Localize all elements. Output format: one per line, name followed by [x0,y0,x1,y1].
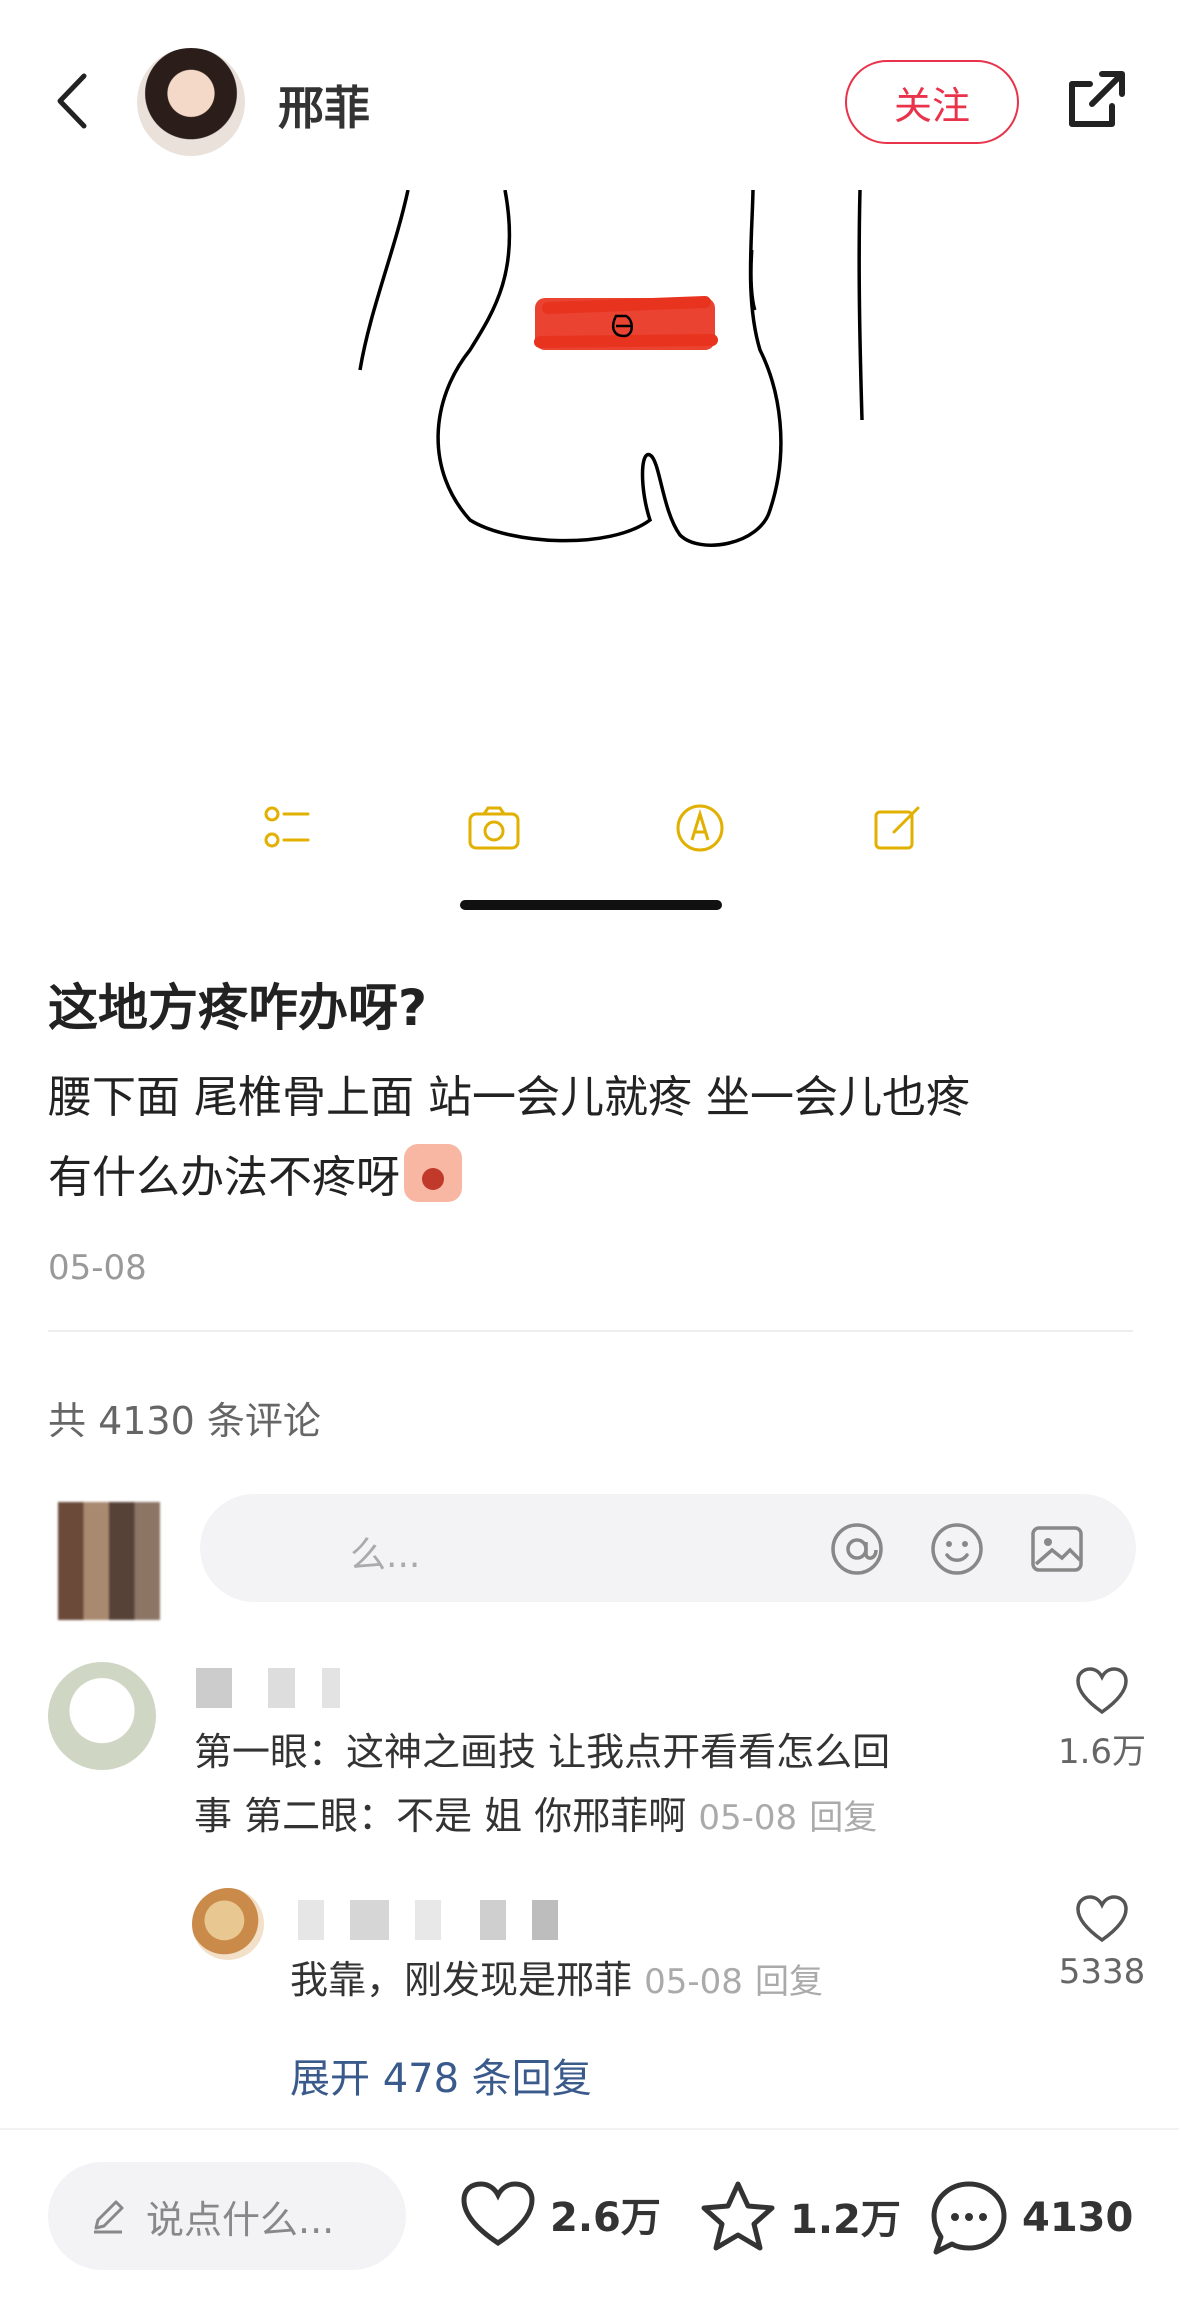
reply-date: 05-08 [644,1962,743,2002]
comment-like-count: 1.6万 [1057,1732,1147,1772]
markup-icon [672,800,728,856]
my-avatar [58,1502,160,1620]
author-name[interactable]: 邢菲 [278,72,370,138]
reply-like-button[interactable]: 5338 [1052,1894,1152,1992]
compose-icon [870,800,926,856]
post-date: 05-08 [48,1248,147,1288]
divider [48,1330,1133,1332]
comment-line: 事 第二眼：不是 姐 你邢菲啊 [194,1794,687,1838]
comment-input[interactable]: 么... [200,1494,1136,1602]
reply-like-count: 5338 [1058,1952,1146,1992]
favorite-count: 1.2万 [790,2197,901,2243]
share-button[interactable] [1062,66,1130,134]
post-title: 这地方疼咋办呀? [48,979,428,1037]
post-image[interactable] [0,189,1179,910]
reply-text: 我靠，刚发现是邢菲 05-08 回复 [290,1948,1030,2014]
commenter-avatar[interactable] [48,1662,156,1770]
bottom-bar: 说点什么... 2.6万 1.2万 4130 [0,2128,1179,2306]
checklist-icon [260,800,316,856]
post-body-line-2: 有什么办法不疼呀 [48,1138,1108,1218]
reply-link[interactable]: 回复 [809,1798,877,1838]
bottom-input-placeholder: 说点什么... [146,2197,335,2242]
comment-line-2: 事 第二眼：不是 姐 你邢菲啊 05-08 回复 [194,1784,1034,1850]
emoji-icon[interactable] [928,1520,986,1578]
back-button[interactable] [50,66,100,136]
crying-face-icon [404,1144,462,1202]
comment-date: 05-08 [698,1798,798,1838]
post-body-line: 有什么办法不疼呀 [48,1152,400,1203]
author-avatar[interactable] [137,48,245,156]
camera-icon [466,800,522,856]
comment-count: 4130 [1022,2195,1134,2241]
share-icon [1069,71,1125,127]
reply-link[interactable]: 回复 [755,1962,823,2002]
at-icon[interactable] [828,1520,886,1578]
pencil-icon [94,2200,124,2234]
comment-bubble-icon [931,2181,1007,2255]
commenter-name[interactable] [196,1668,376,1708]
home-indicator [460,900,722,910]
favorite-button[interactable]: 1.2万 [700,2180,901,2252]
post-body: 腰下面 尾椎骨上面 站一会儿就疼 坐一会儿也疼 有什么办法不疼呀 [48,1058,1108,1218]
comment-like-button[interactable]: 1.6万 [1052,1666,1152,1773]
post-header: 邢菲 关注 [0,0,1179,190]
like-count: 2.6万 [550,2195,661,2241]
comments-count: 共 4130 条评论 [48,1399,321,1443]
star-icon [701,2181,775,2251]
reply-name[interactable] [298,1900,558,1940]
heart-icon [1076,1667,1128,1715]
body-sketch [358,189,864,547]
reply-avatar[interactable] [192,1888,264,1960]
post-body-line: 腰下面 尾椎骨上面 站一会儿就疼 坐一会儿也疼 [48,1072,970,1123]
chevron-left-icon [57,73,87,129]
comment-button[interactable]: 4130 [930,2180,1133,2256]
comment-text: 第一眼：这神之画技 让我点开看看怎么回 事 第二眼：不是 姐 你邢菲啊 05-0… [194,1720,1034,1850]
comment-line: 第一眼：这神之画技 让我点开看看怎么回 [194,1730,891,1774]
follow-button[interactable]: 关注 [845,60,1019,144]
like-button[interactable]: 2.6万 [460,2180,661,2248]
heart-icon [461,2181,535,2247]
comment-input-placeholder: 么... [350,1535,421,1576]
heart-icon [1076,1895,1128,1943]
expand-replies-link[interactable]: 展开 478 条回复 [290,2046,592,2104]
bottom-comment-input[interactable]: 说点什么... [48,2162,406,2270]
reply-line: 我靠，刚发现是邢菲 [290,1958,633,2002]
image-icon[interactable] [1028,1520,1086,1578]
